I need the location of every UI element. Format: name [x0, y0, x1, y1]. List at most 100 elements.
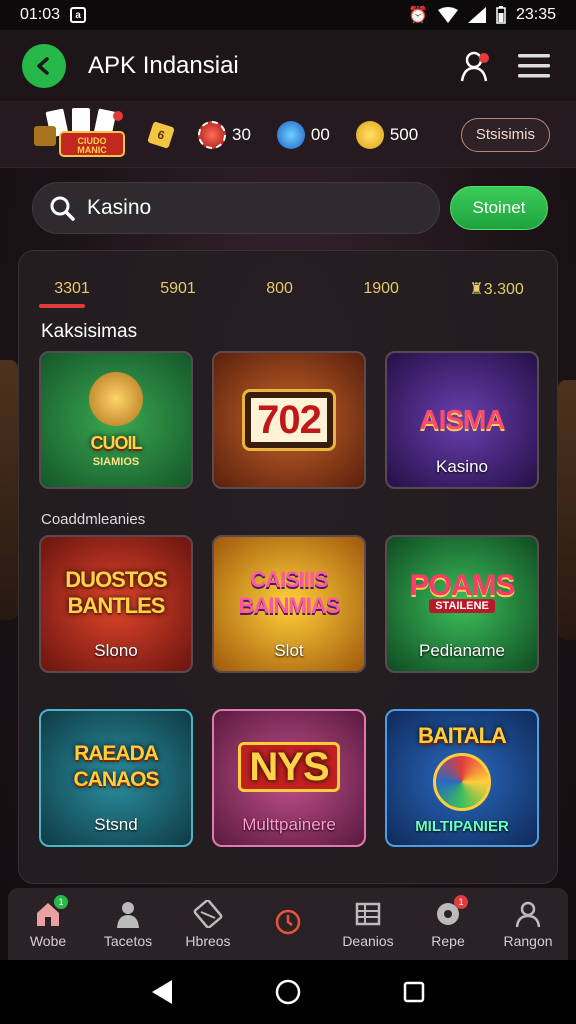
- nav-repe-badge: 1: [454, 895, 468, 909]
- tab-5-label: 3.300: [483, 281, 524, 298]
- game-label-8: Multtpainere: [242, 815, 336, 834]
- nav-home-circle-icon[interactable]: [274, 978, 302, 1006]
- bottom-navigation: 1 Wobe Tacetos Hbreos Deanios 1 Repe Ran…: [8, 888, 568, 960]
- game-title-2: 702: [251, 398, 327, 442]
- tab-3[interactable]: 800: [260, 276, 299, 302]
- game-title-8: NYS: [238, 742, 340, 792]
- signal-icon: [467, 7, 486, 23]
- nav-rangon-label: Rangon: [503, 933, 553, 949]
- nav-deanios-label: Deanios: [342, 933, 394, 949]
- nav-back-triangle-icon[interactable]: [150, 979, 174, 1005]
- tab-5[interactable]: ♜3.300: [463, 275, 529, 303]
- arrow-back-icon: [37, 56, 49, 75]
- logo-cards-icon: [34, 107, 125, 157]
- slot-reels: 702: [242, 389, 336, 451]
- account-button[interactable]: [456, 46, 496, 86]
- game-card-8[interactable]: NYS Multtpainere: [212, 709, 366, 847]
- menu-button[interactable]: [514, 46, 554, 86]
- hamburger-menu-icon: [518, 53, 550, 77]
- status-bar: 01:03 a ⏰ 23:35: [0, 0, 576, 30]
- stats-button[interactable]: Stsisimis: [460, 117, 550, 152]
- stat-chips: 30: [198, 120, 251, 149]
- game-card-1[interactable]: CUOIL SIAMIOS: [39, 351, 193, 489]
- tab-2[interactable]: 5901: [154, 276, 202, 302]
- nav-hbreos-label: Hbreos: [185, 933, 231, 949]
- alarm-icon: ⏰: [408, 7, 428, 24]
- stat-chips-value: 30: [232, 124, 251, 144]
- profile-icon: [513, 899, 543, 929]
- game-title-6: POAMS: [409, 569, 515, 602]
- nav-home-label: Wobe: [29, 933, 67, 949]
- side-decoration-right: [558, 380, 576, 640]
- game-title-4: DUOSTOS BANTLES: [65, 567, 167, 618]
- game-title-5: CAISIIIS BAINMIAS: [238, 567, 341, 618]
- game-title-3: AISMA: [419, 404, 505, 435]
- ticket-icon: 6: [147, 120, 175, 149]
- search-row: Stoinet: [32, 182, 548, 234]
- stat-coins-value: 500: [389, 124, 419, 144]
- game-label-7: Stsnd: [94, 815, 138, 834]
- stat-gems-value: 00: [310, 124, 330, 144]
- casino-logo: CIUDO MANIC: [30, 106, 130, 164]
- stats-banner: CIUDO MANIC 6 30 00 500 Stsisimis: [0, 102, 576, 168]
- game-card-5[interactable]: CAISIIIS BAINMIAS Slot: [212, 535, 366, 673]
- game-card-6[interactable]: POAMS STAILENE Pedianame: [385, 535, 539, 673]
- game-label-5: Slot: [274, 641, 304, 660]
- game-label-3: Kasino: [436, 457, 488, 476]
- search-field[interactable]: [32, 182, 440, 234]
- status-time: 01:03: [20, 6, 61, 23]
- search-icon: [50, 196, 75, 221]
- trophy-icon: ♜: [469, 281, 484, 298]
- game-label-4: Slono: [94, 641, 138, 660]
- game-card-3[interactable]: AISMA Kasino: [385, 351, 539, 489]
- emoji-coin-icon: [355, 120, 384, 149]
- game-art-2: 702: [214, 353, 364, 487]
- app-bar: APK Indansiai: [0, 30, 576, 102]
- app-title: APK Indansiai: [88, 51, 239, 79]
- nav-recents-square-icon[interactable]: [402, 980, 426, 1004]
- game-card-2[interactable]: 702: [212, 351, 366, 489]
- mascot-icon: [89, 372, 143, 426]
- nav-home[interactable]: 1 Wobe: [10, 895, 86, 949]
- clock-right: 23:35: [515, 6, 556, 23]
- active-tab-indicator: [39, 304, 85, 308]
- nav-hbreos[interactable]: Hbreos: [170, 899, 246, 949]
- game-label-9: MILTIPANIER: [415, 818, 509, 835]
- game-card-4[interactable]: DUOSTOS BANTLES Slono: [39, 535, 193, 673]
- game-card-9[interactable]: BAITALA MILTIPANIER: [385, 709, 539, 847]
- nav-tacetos-label: Tacetos: [103, 933, 153, 949]
- cards-icon: [193, 899, 223, 929]
- user-icon: [460, 51, 489, 81]
- gem-icon: [276, 120, 305, 149]
- stat-gems: 00: [276, 120, 330, 149]
- nav-clock[interactable]: [250, 907, 326, 941]
- nav-home-badge: 1: [54, 895, 68, 909]
- game-title-7: RAEADA CANAOS: [73, 742, 159, 791]
- back-button[interactable]: [22, 43, 66, 88]
- side-decoration-left: [0, 360, 18, 620]
- person-icon: [113, 899, 143, 929]
- clock-icon: [273, 907, 303, 937]
- game-label-6: Pedianame: [418, 641, 505, 660]
- category-tabs: 3301 5901 800 1900 ♜3.300: [19, 269, 559, 309]
- nav-rangon[interactable]: Rangon: [490, 899, 566, 949]
- tab-4[interactable]: 1900: [357, 276, 405, 302]
- nav-repe[interactable]: 1 Repe: [410, 895, 486, 949]
- app-notification-icon: a: [70, 7, 87, 23]
- search-button[interactable]: Stoinet: [450, 186, 548, 230]
- game-title-1: CUOIL: [90, 433, 143, 453]
- nav-deanios[interactable]: Deanios: [330, 899, 406, 949]
- game-card-7[interactable]: RAEADA CANAOS Stsnd: [39, 709, 193, 847]
- wifi-icon: [437, 7, 458, 23]
- nav-repe-label: Repe: [431, 933, 465, 949]
- nav-tacetos[interactable]: Tacetos: [90, 899, 166, 949]
- search-input[interactable]: [87, 196, 387, 220]
- system-navigation-bar: [0, 960, 576, 1024]
- game-title-9: BAITALA: [418, 723, 507, 748]
- stat-coins: 500: [355, 120, 419, 149]
- tab-1[interactable]: 3301: [48, 276, 96, 302]
- games-panel: 3301 5901 800 1900 ♜3.300 Kaksisimas CUO…: [18, 250, 558, 884]
- section-title-featured: Kaksisimas: [41, 321, 138, 342]
- game-art-1: CUOIL SIAMIOS: [41, 353, 191, 487]
- wheel-icon: [433, 753, 491, 811]
